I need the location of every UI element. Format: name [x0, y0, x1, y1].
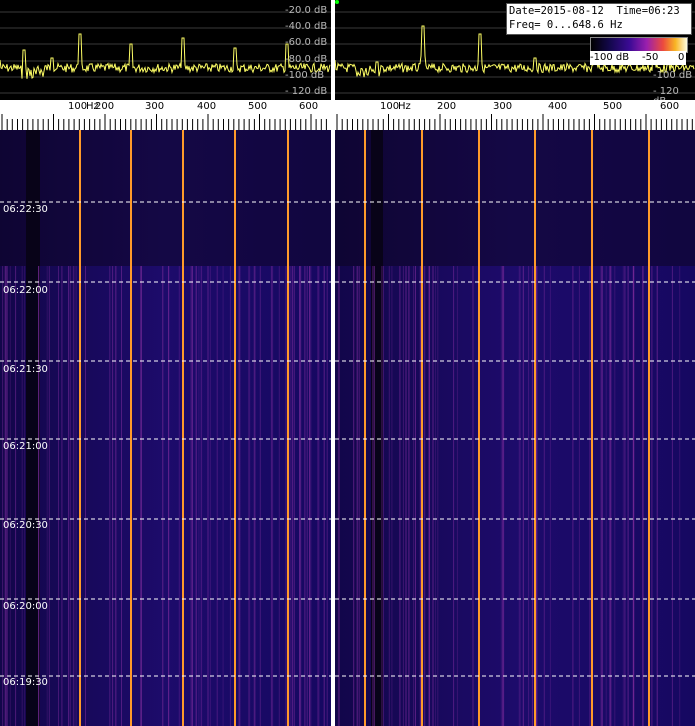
time-label-062230: 06:22:30 — [3, 204, 48, 215]
db-label-80: -80.0 dB — [285, 54, 328, 65]
db-label-100: -100 dB — [285, 70, 325, 81]
time-label-062100: 06:21:00 — [3, 441, 48, 452]
info-box: Date=2015-08-12 Time=06:23 Freq= 0...648… — [506, 3, 692, 35]
right-tick-500: 500 — [603, 101, 623, 112]
left-spectrum-trace — [0, 11, 331, 94]
right-db-label-120: - 120 dB — [653, 86, 679, 101]
left-tick-300: 300 — [145, 101, 165, 112]
db-label-60: -60.0 dB — [285, 37, 328, 48]
left-waterfall-lines — [0, 130, 331, 726]
time-label-062030: 06:20:30 — [3, 520, 48, 531]
left-frequency-axis: 100 Hz 200 300 400 500 600 — [0, 100, 331, 130]
right-db-label-100: -100 dB — [653, 70, 693, 81]
colorbar-label-max: 0 — [678, 52, 685, 63]
right-waterfall-lines — [335, 130, 695, 726]
db-label-20: -20.0 dB — [285, 5, 328, 16]
right-frequency-axis: 100 Hz 200 300 400 500 600 — [335, 100, 695, 130]
left-tick-100: 100 — [68, 101, 88, 112]
right-waterfall — [335, 130, 695, 726]
right-tick-200: 200 — [437, 101, 457, 112]
right-tick-300: 300 — [493, 101, 513, 112]
panel-divider — [331, 0, 335, 726]
time-label-062000: 06:20:00 — [3, 601, 48, 612]
colorbar-labels: -100 dB -50 0 — [590, 51, 686, 65]
time-label-062200: 06:22:00 — [3, 285, 48, 296]
right-tick-100: 100 — [380, 101, 400, 112]
colorbar-label-mid: -50 — [642, 52, 659, 63]
right-tick-hz: Hz — [398, 101, 411, 112]
time-label-061930: 06:19:30 — [3, 677, 48, 688]
left-tick-500: 500 — [248, 101, 268, 112]
left-tick-400: 400 — [197, 101, 217, 112]
db-label-120: - 120 dB — [285, 86, 328, 97]
left-tick-600: 600 — [299, 101, 319, 112]
right-tick-600: 600 — [660, 101, 680, 112]
date-time-text: Date=2015-08-12 Time=06:23 — [509, 5, 680, 17]
db-label-40: -40.0 dB — [285, 21, 328, 32]
right-tick-400: 400 — [548, 101, 568, 112]
left-spectrum-panel: -20.0 dB -40.0 dB -60.0 dB -80.0 dB -100… — [0, 0, 331, 100]
left-waterfall — [0, 130, 331, 726]
freq-range-text: Freq= 0...648.6 Hz — [509, 19, 623, 31]
colorbar-label-min: -100 dB — [590, 52, 630, 63]
time-label-062130: 06:21:30 — [3, 364, 48, 375]
left-tick-200: 200 — [95, 101, 115, 112]
spectrum-trace-line — [0, 33, 331, 79]
left-axis-ticks — [1, 114, 327, 130]
colorbar: -100 dB -50 0 — [590, 37, 688, 65]
